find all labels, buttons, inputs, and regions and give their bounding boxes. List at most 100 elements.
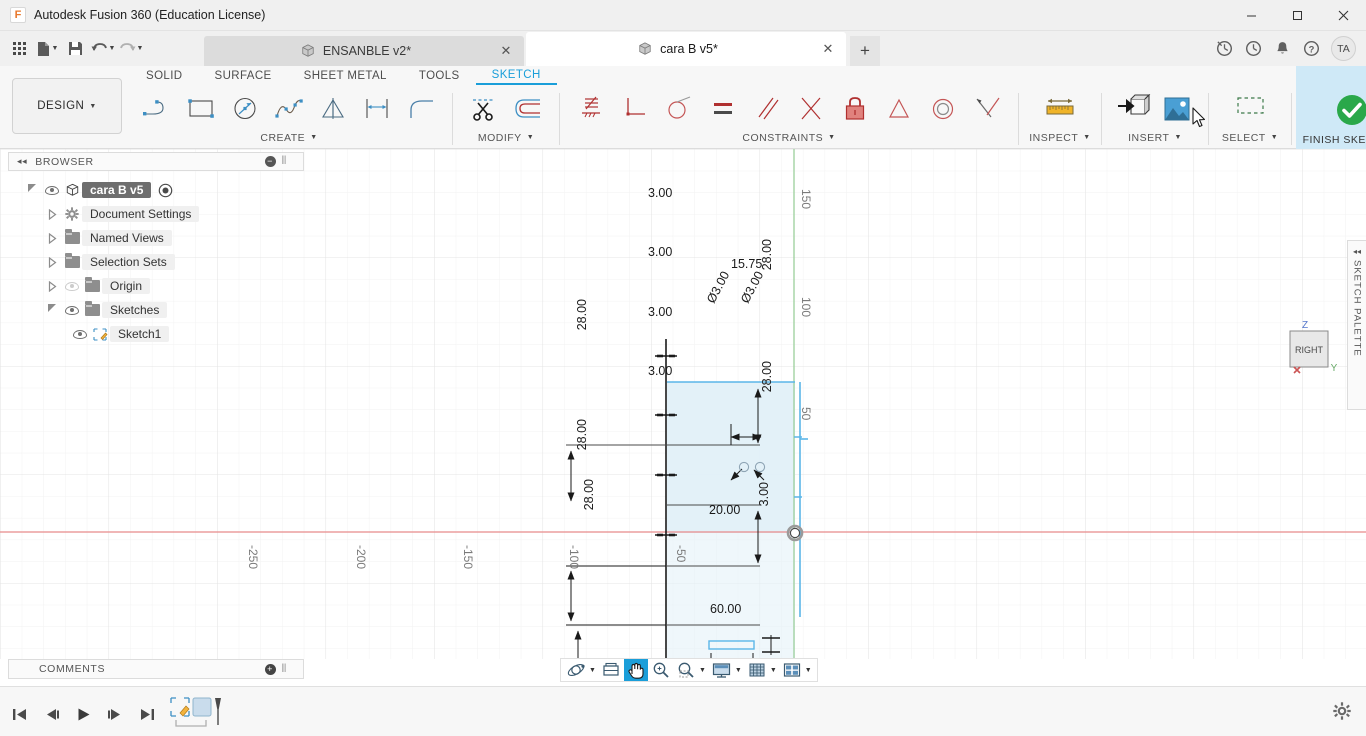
offset-icon[interactable] [507,89,549,129]
recent-icon[interactable] [1240,36,1266,62]
dimension-label[interactable]: 3.00 [757,482,771,506]
browser-item-origin[interactable]: Origin [8,274,304,298]
ribbon-tab-solid[interactable]: SOLID [130,66,199,85]
expand-arrow-icon[interactable] [42,280,62,292]
pan-icon[interactable] [623,659,648,681]
equal-icon[interactable] [702,89,744,129]
dimension-label[interactable]: 28.00 [575,299,589,330]
expand-arrow-icon[interactable] [42,304,62,314]
panel-label-finish-sketch[interactable]: FINISH SKETCH ▼ [1303,132,1366,147]
dimension-label[interactable]: 28.00 [760,361,774,392]
symmetry-icon[interactable] [878,89,920,129]
visibility-toggle-icon[interactable] [42,185,62,195]
ribbon-tab-sketch[interactable]: SKETCH [475,66,557,85]
expand-arrow-icon[interactable] [42,232,62,244]
activate-component-radio[interactable] [155,183,175,198]
chevron-down-icon[interactable]: ▼ [52,45,59,52]
midpoint-icon[interactable] [790,89,832,129]
dimension-label[interactable]: 60.00 [710,602,741,616]
browser-item-sketch1[interactable]: Sketch1 [8,322,304,346]
chevron-down-icon[interactable]: ▼ [770,667,777,674]
sketch-palette-tab[interactable]: ◂◂ SKETCH PALETTE [1347,240,1366,410]
close-icon[interactable]: ✕ [820,41,836,57]
display-settings-icon[interactable] [709,659,734,681]
panel-label-create[interactable]: CREATE ▼ [260,130,317,145]
concentric-icon[interactable] [922,89,964,129]
sketch-dimension-icon[interactable] [356,89,398,129]
panel-label-insert[interactable]: INSERT ▼ [1128,130,1182,145]
timeline-play-icon[interactable] [72,702,94,726]
minimize-button[interactable] [1228,0,1274,31]
fix-ground-icon[interactable] [570,89,612,129]
new-file-icon[interactable]: ▼ [34,36,60,62]
browser-item-sketches[interactable]: Sketches [8,298,304,322]
dimension-label[interactable]: 20.00 [709,503,740,517]
ribbon-tab-surface[interactable]: SURFACE [199,66,288,85]
browser-item-selection-sets[interactable]: Selection Sets [8,250,304,274]
browser-item-root[interactable]: cara B v5 [8,178,304,202]
help-icon[interactable]: ? [1298,36,1324,62]
visibility-toggle-icon[interactable] [62,305,82,315]
expand-arrow-icon[interactable] [42,256,62,268]
select-window-icon[interactable] [1229,89,1271,129]
expand-arrow-icon[interactable] [22,184,42,194]
minus-icon[interactable]: − [264,156,276,167]
close-icon[interactable]: ✕ [498,43,514,59]
add-comment-icon[interactable]: + [264,663,276,675]
fillet-icon[interactable] [400,89,442,129]
chevron-down-icon[interactable]: ▼ [589,667,596,674]
trim-icon[interactable] [463,89,505,129]
zoom-icon[interactable] [649,659,673,681]
grip-icon[interactable]: ⦀ [282,663,287,676]
collapse-icon[interactable]: ◂◂ [17,156,27,167]
line-icon[interactable] [136,89,178,129]
dimension-label[interactable]: 28.00 [575,419,589,450]
collinear-icon[interactable] [966,89,1008,129]
timeline-step-forward-icon[interactable] [104,702,126,726]
panel-label-inspect[interactable]: INSPECT ▼ [1029,130,1090,145]
grid-snaps-icon[interactable] [745,659,769,681]
chevron-down-icon[interactable]: ▼ [109,45,116,52]
maximize-button[interactable] [1274,0,1320,31]
parallel-icon[interactable] [746,89,788,129]
chevron-down-icon[interactable]: ▼ [805,667,812,674]
insert-derive-icon[interactable] [1112,89,1154,129]
lock-icon[interactable] [834,89,876,129]
rectangle-icon[interactable] [180,89,222,129]
timeline-begin-icon[interactable] [8,702,30,726]
mirror-icon[interactable] [312,89,354,129]
timeline-sketch1-feature[interactable] [168,697,224,731]
chevron-down-icon[interactable]: ▼ [735,667,742,674]
dimension-label[interactable]: 3.00 [648,186,672,200]
viewports-icon[interactable] [780,659,804,681]
chevron-down-icon[interactable]: ▼ [699,667,706,674]
dimension-label[interactable]: 3.00 [648,364,672,378]
panel-label-modify[interactable]: MODIFY ▼ [478,130,534,145]
document-tab-ensanble[interactable]: ENSANBLE v2* ✕ [204,36,524,66]
dimension-label[interactable]: 15.75 [731,257,762,271]
close-button[interactable] [1320,0,1366,31]
panel-label-select[interactable]: SELECT ▼ [1222,130,1278,145]
look-at-icon[interactable] [599,659,623,681]
visibility-toggle-icon[interactable] [70,329,90,339]
user-avatar[interactable]: TA [1331,36,1356,61]
timeline-settings-icon[interactable] [1330,699,1354,723]
document-tab-cara-b[interactable]: cara B v5* ✕ [526,32,846,66]
browser-header[interactable]: ◂◂ BROWSER − ⦀ [8,152,304,171]
circle-icon[interactable] [224,89,266,129]
browser-item-document-settings[interactable]: Document Settings [8,202,304,226]
ribbon-panel-finish-sketch[interactable]: FINISH SKETCH ▼ [1296,66,1366,149]
measure-icon[interactable] [1039,89,1081,129]
comments-panel-header[interactable]: COMMENTS + ⦀ [8,659,304,679]
ribbon-tab-sheet-metal[interactable]: SHEET METAL [288,66,403,85]
new-tab-button[interactable]: + [850,36,880,66]
dimension-label[interactable]: 3.00 [648,245,672,259]
view-cube[interactable]: RIGHT Z Y [1278,319,1338,377]
browser-item-named-views[interactable]: Named Views [8,226,304,250]
grip-icon[interactable]: ⦀ [282,155,287,168]
app-grid-icon[interactable] [6,36,32,62]
collapse-icon[interactable]: ◂◂ [1353,247,1361,256]
workspace-switcher[interactable]: DESIGN ▼ [12,78,122,134]
panel-label-constraints[interactable]: CONSTRAINTS ▼ [742,130,835,145]
save-icon[interactable] [62,36,88,62]
